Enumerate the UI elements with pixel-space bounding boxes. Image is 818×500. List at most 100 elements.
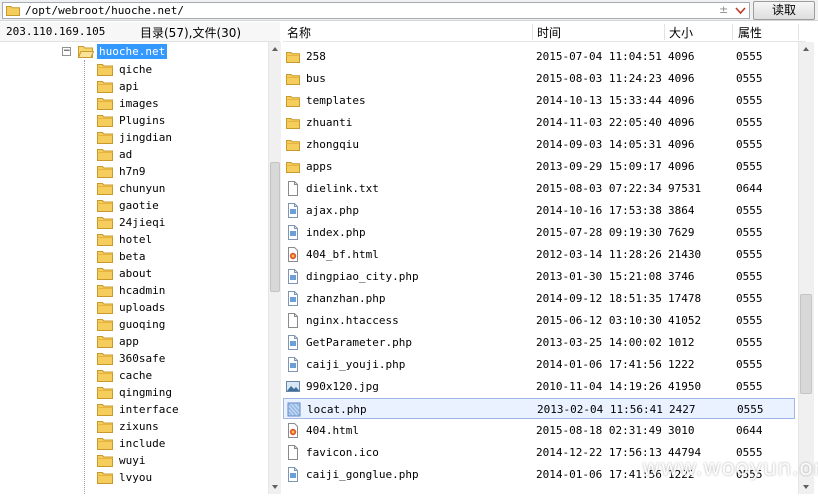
collapse-icon[interactable]: − <box>62 47 71 56</box>
file-row[interactable]: 404_bf.html 2012-03-14 11:28:26 21430 0555 <box>283 244 795 265</box>
file-name[interactable]: apps <box>306 160 333 173</box>
path-input[interactable]: /opt/webroot/huoche.net/ ± <box>2 2 750 19</box>
file-row[interactable]: GetParameter.php 2013-03-25 14:00:02 1012 0… <box>283 332 795 353</box>
file-row[interactable]: zhongqiu 2014-09-03 14:05:31 4096 0555 <box>283 134 795 155</box>
file-row[interactable]: 990x120.jpg 2010-11-04 14:19:26 41950 0555 <box>283 376 795 397</box>
file-name[interactable]: 404_bf.html <box>306 248 379 261</box>
file-row[interactable]: 258 2015-07-04 11:04:51 4096 0555 <box>283 46 795 67</box>
tree-item-jingdian[interactable]: jingdian <box>97 130 267 146</box>
file-list-scrollbar[interactable] <box>798 42 814 494</box>
file-name[interactable]: nginx.htaccess <box>306 314 399 327</box>
tree-item-zixuns[interactable]: zixuns <box>97 419 267 435</box>
tree-scrollbar[interactable] <box>268 42 281 494</box>
file-name[interactable]: ajax.php <box>306 204 359 217</box>
tree-item-app[interactable]: app <box>97 334 267 350</box>
tree-item-360safe[interactable]: 360safe <box>97 351 267 367</box>
scroll-up-arrow-icon[interactable] <box>803 47 809 51</box>
tree-item-label[interactable]: interface <box>119 403 179 417</box>
file-row[interactable]: index.php 2015-07-28 09:19:30 7629 0555 <box>283 222 795 243</box>
tree-item-label[interactable]: images <box>119 97 159 111</box>
tree-item-label[interactable]: 360safe <box>119 352 165 366</box>
tree-item-label[interactable]: jingdian <box>119 131 172 145</box>
plus-minus-icon[interactable]: ± <box>719 3 728 16</box>
file-row[interactable]: zhanzhan.php 2014-09-12 18:51:35 17478 0555 <box>283 288 795 309</box>
tree-item-plugins[interactable]: Plugins <box>97 113 267 129</box>
tree-item-label[interactable]: 24jieqi <box>119 216 165 230</box>
tree-item-label[interactable]: api <box>119 80 139 94</box>
tree-item-beta[interactable]: beta <box>97 249 267 265</box>
tree-item-hcadmin[interactable]: hcadmin <box>97 283 267 299</box>
tree-item-hotel[interactable]: hotel <box>97 232 267 248</box>
tree-item-label[interactable]: chunyun <box>119 182 165 196</box>
tree-item-24jieqi[interactable]: 24jieqi <box>97 215 267 231</box>
file-name[interactable]: caiji_gonglue.php <box>306 468 419 481</box>
tree-item-label[interactable]: h7n9 <box>119 165 146 179</box>
file-row[interactable]: caiji_youji.php 2014-01-06 17:41:56 1222 05… <box>283 354 795 375</box>
scroll-up-arrow-icon[interactable] <box>272 47 278 51</box>
file-name[interactable]: index.php <box>306 226 366 239</box>
tree-item-images[interactable]: images <box>97 96 267 112</box>
chevron-down-icon[interactable] <box>735 6 746 15</box>
file-name[interactable]: locat.php <box>307 403 367 416</box>
file-row[interactable]: templates 2014-10-13 15:33:44 4096 0555 <box>283 90 795 111</box>
tree-root-label[interactable]: huoche.net <box>97 44 168 59</box>
tree-item-interface[interactable]: interface <box>97 402 267 418</box>
file-name[interactable]: dingpiao_city.php <box>306 270 419 283</box>
tree-item-label[interactable]: wuyi <box>119 454 146 468</box>
tree-item-label[interactable]: zixuns <box>119 420 159 434</box>
file-name[interactable]: dielink.txt <box>306 182 379 195</box>
tree-item-label[interactable]: gaotie <box>119 199 159 213</box>
tree-item-h7n9[interactable]: h7n9 <box>97 164 267 180</box>
path-dropdown[interactable]: ± <box>715 3 749 18</box>
tree-item-cache[interactable]: cache <box>97 368 267 384</box>
tree-item-label[interactable]: about <box>119 267 152 281</box>
file-list-scroll-thumb[interactable] <box>800 294 812 394</box>
file-name[interactable]: caiji_youji.php <box>306 358 405 371</box>
file-row[interactable]: bus 2015-08-03 11:24:23 4096 0555 <box>283 68 795 89</box>
tree-item-label[interactable]: Plugins <box>119 114 165 128</box>
tree-item-ad[interactable]: ad <box>97 147 267 163</box>
file-row[interactable]: 404.html 2015-08-18 02:31:49 3010 0644 <box>283 420 795 441</box>
file-name[interactable]: 990x120.jpg <box>306 380 379 393</box>
tree-item-label[interactable]: guoqing <box>119 318 165 332</box>
tree-item-lvyou[interactable]: lvyou <box>97 470 267 486</box>
file-row[interactable]: dingpiao_city.php 2013-01-30 15:21:08 3746… <box>283 266 795 287</box>
column-time[interactable]: 时间 <box>537 24 561 41</box>
tree-item-label[interactable]: qingming <box>119 386 172 400</box>
file-name[interactable]: zhuanti <box>306 116 352 129</box>
file-name[interactable]: bus <box>306 72 326 85</box>
tree-item-qingming[interactable]: qingming <box>97 385 267 401</box>
tree-item-label[interactable]: hotel <box>119 233 152 247</box>
tree-item-label[interactable]: beta <box>119 250 146 264</box>
tree-item-about[interactable]: about <box>97 266 267 282</box>
tree-item-label[interactable]: lvyou <box>119 471 152 485</box>
file-name[interactable]: templates <box>306 94 366 107</box>
column-divider[interactable] <box>732 24 733 40</box>
read-button[interactable]: 读取 <box>753 1 815 20</box>
column-size[interactable]: 大小 <box>669 24 693 41</box>
tree-item-label[interactable]: cache <box>119 369 152 383</box>
column-divider[interactable] <box>664 24 665 40</box>
file-name[interactable]: zhanzhan.php <box>306 292 385 305</box>
file-name[interactable]: 258 <box>306 50 326 63</box>
tree-scroll-thumb[interactable] <box>270 162 280 292</box>
column-divider[interactable] <box>532 24 533 40</box>
tree-item-label[interactable]: hcadmin <box>119 284 165 298</box>
file-name[interactable]: GetParameter.php <box>306 336 412 349</box>
column-divider[interactable] <box>798 24 799 40</box>
scroll-down-arrow-icon[interactable] <box>803 485 809 489</box>
tree-item-chunyun[interactable]: chunyun <box>97 181 267 197</box>
file-row[interactable]: locat.php 2013-02-04 11:56:41 2427 0555 <box>283 398 795 419</box>
file-name[interactable]: favicon.ico <box>306 446 379 459</box>
tree-item-gaotie[interactable]: gaotie <box>97 198 267 214</box>
tree-item-label[interactable]: ad <box>119 148 132 162</box>
file-row[interactable]: nginx.htaccess 2015-06-12 03:10:30 41052 05… <box>283 310 795 331</box>
tree-item-guoqing[interactable]: guoqing <box>97 317 267 333</box>
tree-item-label[interactable]: app <box>119 335 139 349</box>
tree-item-label[interactable]: qiche <box>119 63 152 77</box>
column-name[interactable]: 名称 <box>287 24 311 41</box>
tree-item-wuyi[interactable]: wuyi <box>97 453 267 469</box>
file-row[interactable]: ajax.php 2014-10-16 17:53:38 3864 0555 <box>283 200 795 221</box>
column-perm[interactable]: 属性 <box>738 24 762 41</box>
tree-item-uploads[interactable]: uploads <box>97 300 267 316</box>
